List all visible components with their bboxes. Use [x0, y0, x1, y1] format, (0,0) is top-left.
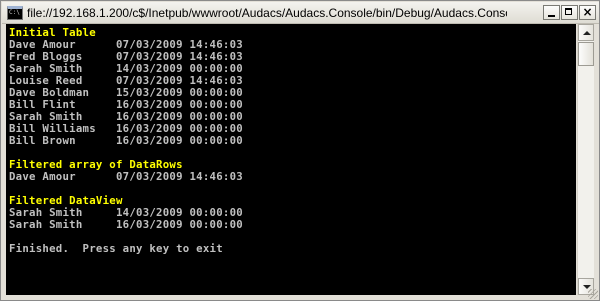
title-bar[interactable]: C:\ file://192.168.1.200/c$/Inetpub/wwwr… [2, 2, 599, 24]
maximize-icon [565, 8, 572, 15]
scrollbar-thumb[interactable] [578, 42, 594, 66]
console-line: Finished. Press any key to exit [9, 242, 223, 255]
vertical-scrollbar[interactable] [577, 24, 594, 295]
window-title: file://192.168.1.200/c$/Inetpub/wwwroot/… [27, 6, 507, 20]
console-line: Bill Brown 16/03/2009 00:00:00 [9, 134, 243, 147]
close-button[interactable]: × [579, 5, 596, 20]
close-icon: × [582, 5, 593, 19]
console-app-icon[interactable]: C:\ [7, 6, 23, 20]
minimize-icon [548, 15, 555, 17]
arrow-up-icon [583, 31, 591, 35]
console-line: Dave Amour 07/03/2009 14:46:03 [9, 170, 243, 183]
scroll-up-button[interactable] [578, 24, 594, 41]
resize-grip[interactable] [588, 289, 598, 299]
console-window: C:\ file://192.168.1.200/c$/Inetpub/wwwr… [0, 0, 600, 301]
console-line: Sarah Smith 16/03/2009 00:00:00 [9, 218, 243, 231]
maximize-button[interactable] [561, 5, 578, 20]
minimize-button[interactable] [543, 5, 560, 20]
console-output[interactable]: Initial Table Dave Amour 07/03/2009 14:46… [6, 24, 576, 295]
